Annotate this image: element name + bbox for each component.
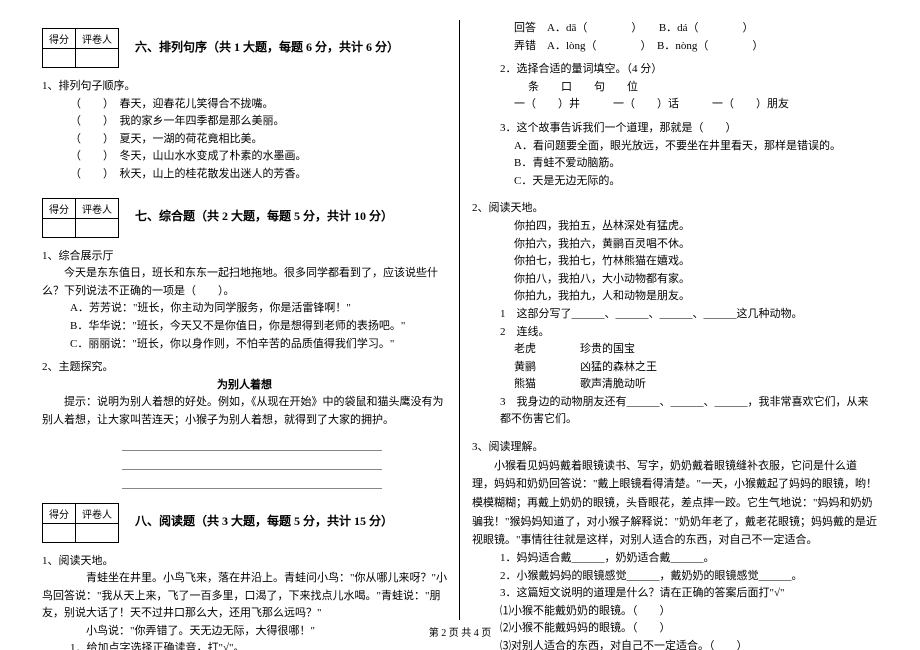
sec8-q2-body: 你拍七，我拍七，竹林熊猫在嬉戏。 bbox=[472, 253, 878, 271]
sec8-q3-3-opt: ⑵小猴不能戴妈妈的眼镜。（ ） bbox=[472, 620, 878, 638]
sec8-q3-body: 小猴看见妈妈戴着眼镜读书、写字，奶奶戴着眼镜缝补衣服，它问是什么道理，妈妈和奶奶… bbox=[472, 457, 878, 550]
score-cell-reviewer: 评卷人 bbox=[76, 29, 119, 49]
sec8-q2-2-pair: 老虎 珍贵的国宝 bbox=[472, 341, 878, 359]
score-cell-grade: 得分 bbox=[43, 503, 76, 523]
sec8-q3-1: 1．妈妈适合戴______，奶奶适合戴______。 bbox=[472, 550, 878, 568]
sec8-q1-2-words: 条 口 句 位 bbox=[472, 79, 878, 97]
sec8-q1-1-items: 回答 A．dā（ ） B．dá（ ） 弄错 A．lòng（ ） B．nòng（ … bbox=[472, 20, 878, 55]
sec8-q2-2: 2 连线。 bbox=[472, 324, 878, 342]
section-7-title: 七、综合题（共 2 大题，每题 5 分，共计 10 分） bbox=[135, 207, 393, 224]
sec8-q2-body: 你拍四，我拍五，丛林深处有猛虎。 bbox=[472, 218, 878, 236]
sec7-q1-body: 今天是东东值日，班长和东东一起扫地拖地。很多同学都看到了，应该说些什么？下列说法… bbox=[42, 265, 447, 300]
sec8-q1-3-opt: B．青蛙不爱动脑筋。 bbox=[472, 155, 878, 173]
score-table: 得分 评卷人 bbox=[42, 198, 119, 238]
sec7-q1-opt: A．芳芳说："班长，你主动为同学服务，你是活雷锋啊！" bbox=[42, 300, 447, 318]
sec8-q2: 2、阅读天地。 你拍四，我拍五，丛林深处有猛虎。 你拍六，我拍六，黄鹂百灵唱不休… bbox=[472, 200, 878, 429]
sec7-q1-label: 1、综合展示厅 bbox=[42, 248, 447, 266]
sec8-q1-body: 小鸟说："你弄错了。天无边无际，大得很哪！" bbox=[42, 623, 447, 641]
sec8-q1-3: 3．这个故事告诉我们一个道理，那就是（ ） A．看问题要全面，眼光放远，不要坐在… bbox=[472, 120, 878, 190]
sec8-q1-2-blanks: 一（ ）井 一（ ）话 一（ ）朋友 bbox=[472, 96, 878, 114]
score-cell-grade: 得分 bbox=[43, 29, 76, 49]
score-table: 得分 评卷人 bbox=[42, 28, 119, 68]
sec8-q2-label: 2、阅读天地。 bbox=[472, 200, 878, 218]
sec8-q1-3-opt: C．天是无边无际的。 bbox=[472, 173, 878, 191]
sec8-q2-2-pair: 黄鹂 凶猛的森林之王 bbox=[472, 359, 878, 377]
score-cell-reviewer: 评卷人 bbox=[76, 503, 119, 523]
sec6-line: （ ） 冬天，山山水水变成了朴素的水墨画。 bbox=[42, 148, 447, 166]
sec6-line: （ ） 秋天，山上的桂花散发出迷人的芳香。 bbox=[42, 166, 447, 184]
sec7-q1-opt: B．华华说："班长，今天又不是你值日，你是想得到老师的表扬吧。" bbox=[42, 318, 447, 336]
sec8-q2-body: 你拍九，我拍九，人和动物是朋友。 bbox=[472, 288, 878, 306]
sec8-q2-3: 3 我身边的动物朋友还有______、______、______，我非常喜欢它们… bbox=[472, 394, 878, 429]
sec8-q1-3-opt: A．看问题要全面，眼光放远，不要坐在井里看天，那样是错误的。 bbox=[472, 138, 878, 156]
sec6-line: （ ） 夏天，一湖的荷花竟相比美。 bbox=[42, 131, 447, 149]
section-6-title: 六、排列句序（共 1 大题，每题 6 分，共计 6 分） bbox=[135, 38, 399, 55]
sec6-line: （ ） 春天，迎春花儿笑得合不拢嘴。 bbox=[42, 96, 447, 114]
score-cell-grade: 得分 bbox=[43, 198, 76, 218]
sec8-q1-2: 2．选择合适的量词填空。（4 分） 条 口 句 位 一（ ）井 一（ ）话 一（… bbox=[472, 61, 878, 114]
sec7-q1-opt: C．丽丽说："班长，你以身作则，不怕辛苦的品质值得我们学习。" bbox=[42, 336, 447, 354]
sec8-q1-body: 青蛙坐在井里。小鸟飞来，落在井沿上。青蛙问小鸟："你从哪儿来呀？"小鸟回答说："… bbox=[42, 570, 447, 623]
sec7-q2-sub: 为别人着想 bbox=[42, 377, 447, 395]
sec8-q2-1: 1 这部分写了______、______、______、______这几种动物。 bbox=[472, 306, 878, 324]
write-line[interactable] bbox=[122, 474, 382, 489]
write-line[interactable] bbox=[122, 455, 382, 470]
left-column: 得分 评卷人 六、排列句序（共 1 大题，每题 6 分，共计 6 分） 1、排列… bbox=[30, 20, 460, 620]
sec8-q1-3-label: 3．这个故事告诉我们一个道理，那就是（ ） bbox=[472, 120, 878, 138]
sec8-q1-2-label: 2．选择合适的量词填空。（4 分） bbox=[472, 61, 878, 79]
sec7-q1: 1、综合展示厅 今天是东东值日，班长和东东一起扫地拖地。很多同学都看到了，应该说… bbox=[42, 248, 447, 354]
sec8-q1-1: 1．给加点字选择正确读音，打"√"。 bbox=[42, 640, 447, 650]
sec8-q2-body: 你拍八，我拍八，大小动物都有家。 bbox=[472, 271, 878, 289]
sec8-q2-2-pair: 熊猫 歌声清脆动听 bbox=[472, 376, 878, 394]
score-table: 得分 评卷人 bbox=[42, 503, 119, 543]
section-8-title: 八、阅读题（共 3 大题，每题 5 分，共计 15 分） bbox=[135, 512, 393, 529]
write-line[interactable] bbox=[122, 436, 382, 451]
section-8-header: 得分 评卷人 八、阅读题（共 3 大题，每题 5 分，共计 15 分） bbox=[42, 495, 447, 547]
sec7-q2: 2、主题探究。 为别人着想 提示：说明为别人着想的好处。例如，《从现在开始》中的… bbox=[42, 359, 447, 488]
sec8-q1-1-item: 弄错 A．lòng（ ） B．nòng（ ） bbox=[472, 38, 878, 56]
sec8-q1-1-item: 回答 A．dā（ ） B．dá（ ） bbox=[472, 20, 878, 38]
sec7-q2-label: 2、主题探究。 bbox=[42, 359, 447, 377]
sec8-q1-label: 1、阅读天地。 bbox=[42, 553, 447, 571]
score-cell-reviewer: 评卷人 bbox=[76, 198, 119, 218]
sec8-q2-body: 你拍六，我拍六，黄鹂百灵唱不休。 bbox=[472, 236, 878, 254]
section-6-header: 得分 评卷人 六、排列句序（共 1 大题，每题 6 分，共计 6 分） bbox=[42, 20, 447, 72]
sec6-q1-label: 1、排列句子顺序。 bbox=[42, 78, 447, 96]
sec8-q3-label: 3、阅读理解。 bbox=[472, 439, 878, 457]
section-7-header: 得分 评卷人 七、综合题（共 2 大题，每题 5 分，共计 10 分） bbox=[42, 190, 447, 242]
sec7-q2-body: 提示：说明为别人着想的好处。例如，《从现在开始》中的袋鼠和猫头鹰没有为别人着想，… bbox=[42, 394, 447, 429]
exam-page: 得分 评卷人 六、排列句序（共 1 大题，每题 6 分，共计 6 分） 1、排列… bbox=[0, 0, 920, 620]
sec8-q3-3-opt: ⑴小猴不能戴奶奶的眼镜。（ ） bbox=[472, 603, 878, 621]
sec8-q3-3-opt: ⑶对别人适合的东西，对自己不一定适合。（ ） bbox=[472, 638, 878, 650]
sec8-q1: 1、阅读天地。 青蛙坐在井里。小鸟飞来，落在井沿上。青蛙问小鸟："你从哪儿来呀？… bbox=[42, 553, 447, 650]
answer-lines bbox=[122, 436, 447, 489]
sec8-q3: 3、阅读理解。 小猴看见妈妈戴着眼镜读书、写字，奶奶戴着眼镜缝补衣服，它问是什么… bbox=[472, 439, 878, 650]
right-column: 回答 A．dā（ ） B．dá（ ） 弄错 A．lòng（ ） B．nòng（ … bbox=[460, 20, 890, 620]
sec6-q1: 1、排列句子顺序。 （ ） 春天，迎春花儿笑得合不拢嘴。 （ ） 我的家乡一年四… bbox=[42, 78, 447, 184]
sec8-q3-2: 2．小猴戴妈妈的眼镜感觉______，戴奶奶的眼镜感觉______。 bbox=[472, 568, 878, 586]
sec8-q3-3: 3．这篇短文说明的道理是什么？请在正确的答案后面打"√" bbox=[472, 585, 878, 603]
sec6-line: （ ） 我的家乡一年四季都是那么美丽。 bbox=[42, 113, 447, 131]
